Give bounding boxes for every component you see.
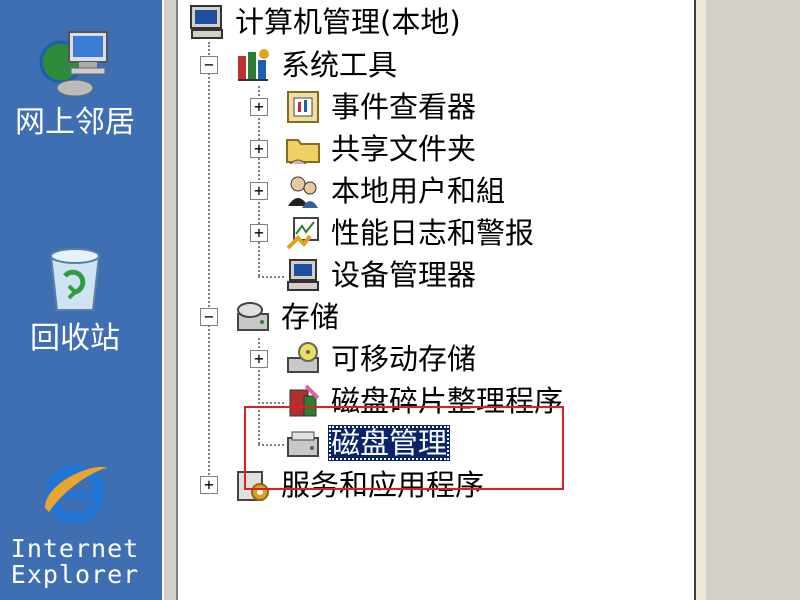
tree-node-root[interactable]: 计算机管理(本地)	[188, 2, 464, 42]
tree-node-removable-storage[interactable]: 可移动存储	[284, 339, 479, 379]
tree-node-event-viewer[interactable]: 事件查看器	[284, 87, 479, 127]
tree-node-label: 系统工具	[281, 48, 398, 82]
expander-storage[interactable]: −	[200, 308, 218, 326]
tree-node-system-tools[interactable]: 系统工具	[234, 45, 400, 85]
desktop-icon-label: 网上邻居	[15, 105, 135, 140]
tree-connector	[208, 42, 210, 486]
shared-folder-icon	[286, 139, 320, 165]
device-manager-icon	[287, 259, 319, 291]
disk-management-icon	[287, 431, 319, 457]
tree-node-label: 可移动存储	[331, 342, 477, 376]
tree-node-device-manager[interactable]: 设备管理器	[284, 255, 479, 295]
tree-node-local-users-groups[interactable]: 本地用户和組	[284, 171, 508, 211]
desktop: 网上邻居 回收站 Internet Explorer	[0, 0, 162, 600]
tree-node-disk-defragmenter[interactable]: 磁盘碎片整理程序	[284, 381, 566, 421]
tools-icon	[238, 49, 269, 81]
expander-services-applications[interactable]: +	[200, 476, 218, 494]
tree-node-label: 共享文件夹	[331, 132, 477, 166]
recycle-bin-icon	[49, 248, 101, 311]
tree-node-label: 服务和应用程序	[281, 468, 485, 502]
internet-explorer-icon	[45, 465, 107, 523]
computer-icon	[190, 5, 223, 39]
tree-node-shared-folders[interactable]: 共享文件夹	[284, 129, 479, 169]
services-icon	[237, 471, 269, 501]
disk-defragmenter-icon	[289, 384, 320, 417]
tree-node-services-applications[interactable]: 服务和应用程序	[234, 465, 487, 505]
desktop-icon-label: Internet Explorer	[10, 534, 140, 589]
storage-icon	[237, 302, 269, 331]
event-viewer-icon	[287, 91, 319, 123]
tree-node-storage[interactable]: 存储	[234, 297, 342, 337]
tree-node-performance-logs[interactable]: 性能日志和警报	[284, 213, 537, 253]
expander-performance-logs[interactable]: +	[250, 224, 268, 242]
tree-connector	[258, 276, 284, 278]
performance-icon	[286, 217, 319, 250]
expander-removable-storage[interactable]: +	[250, 350, 268, 368]
desktop-icon-label: 回收站	[30, 321, 120, 356]
tree-node-label: 磁盘管理	[328, 425, 451, 461]
expander-system-tools[interactable]: −	[200, 56, 218, 74]
expander-shared-folders[interactable]: +	[250, 140, 268, 158]
tree-node-disk-management[interactable]: 磁盘管理	[284, 423, 451, 463]
console-tree-pane[interactable]: 计算机管理(本地) − 系统工具 + 事件查看器 + 共享文件夹 + 本地用户和…	[176, 0, 696, 600]
tree-connector	[258, 444, 284, 446]
desktop-icon-network-places[interactable]: 网上邻居	[0, 22, 150, 140]
tree-node-label: 设备管理器	[331, 258, 477, 292]
expander-event-viewer[interactable]: +	[250, 98, 268, 116]
tree-node-label: 性能日志和警报	[331, 216, 535, 250]
network-places-icon	[39, 31, 108, 97]
tree-node-label: 存储	[281, 300, 340, 334]
tree-node-label: 事件查看器	[331, 90, 477, 124]
users-icon	[288, 176, 318, 208]
removable-storage-icon	[287, 342, 319, 373]
tree-node-label: 磁盘碎片整理程序	[331, 384, 564, 418]
expander-local-users-groups[interactable]: +	[250, 182, 268, 200]
details-pane[interactable]	[696, 0, 800, 600]
window-frame-edge	[162, 0, 176, 600]
tree-node-label: 计算机管理(本地)	[235, 5, 461, 39]
tree-connector	[258, 402, 284, 404]
tree-node-label: 本地用户和組	[331, 174, 506, 208]
desktop-icon-recycle-bin[interactable]: 回收站	[0, 238, 150, 356]
desktop-icon-internet-explorer[interactable]: Internet Explorer	[0, 452, 150, 588]
